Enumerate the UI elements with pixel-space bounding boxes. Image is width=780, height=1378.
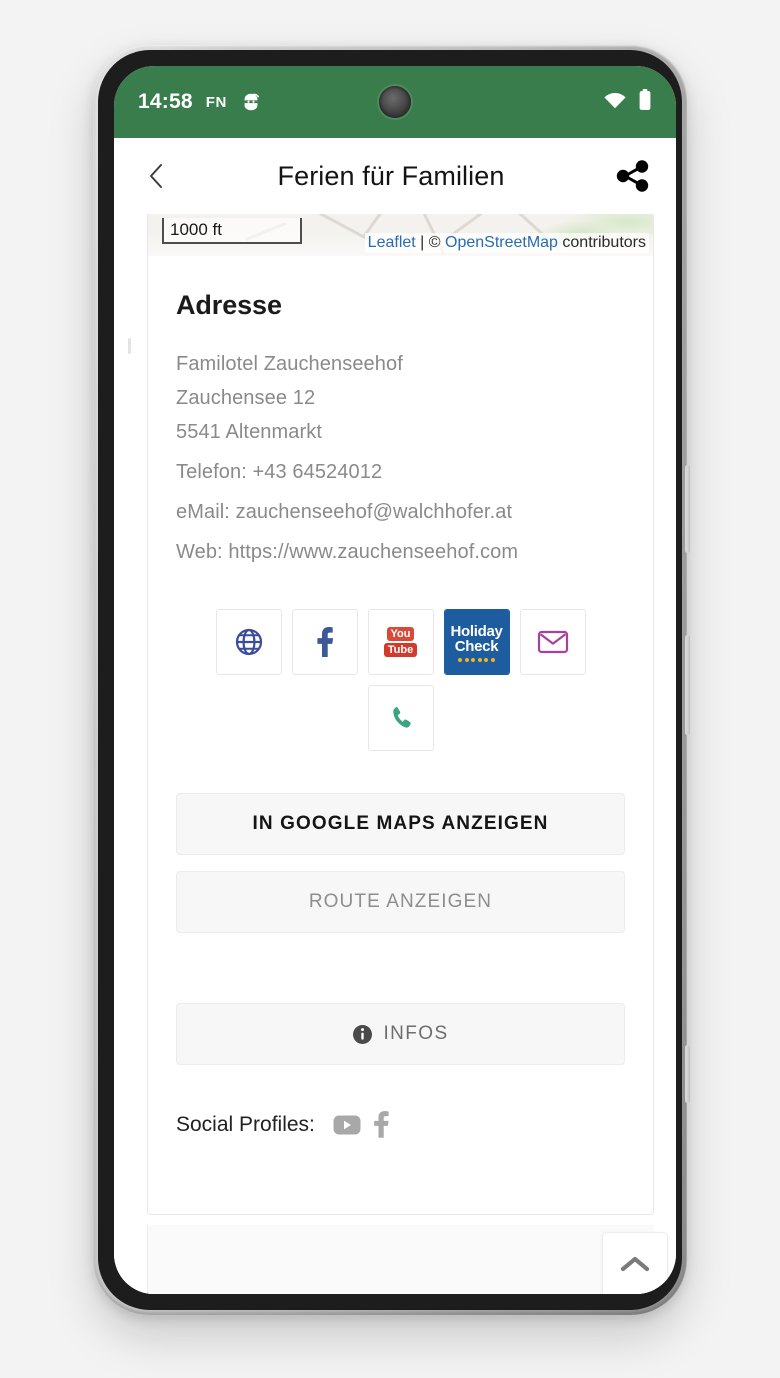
battery-icon <box>638 88 652 116</box>
phone-icon-button[interactable] <box>367 685 434 751</box>
youtube-icon: You Tube <box>383 626 418 658</box>
social-profiles-icons <box>333 1111 390 1138</box>
address-line-city: 5541 Altenmarkt <box>176 421 323 443</box>
google-maps-button-label: IN GOOGLE MAPS ANZEIGEN <box>252 813 549 834</box>
infos-button-label: INFOS <box>383 1023 449 1044</box>
share-button[interactable] <box>614 157 652 195</box>
openstreetmap-link[interactable]: OpenStreetMap <box>445 234 558 251</box>
page-title: Ferien für Familien <box>277 160 505 191</box>
facebook-icon <box>316 627 333 657</box>
chevron-left-icon <box>150 164 162 188</box>
phone-icon <box>392 707 411 728</box>
detail-card: 1000 ft Leaflet | © OpenStreetMap contri… <box>147 214 654 1215</box>
volume-down-button[interactable] <box>685 635 690 735</box>
map-attribution: Leaflet | © OpenStreetMap contributors <box>364 233 649 253</box>
youtube-icon <box>333 1115 361 1134</box>
address-web: Web: https://www.zauchenseehof.com <box>176 541 519 563</box>
route-button[interactable]: ROUTE ANZEIGEN <box>176 871 625 933</box>
carrier-label: FN <box>205 93 227 111</box>
youtube-profile-icon[interactable] <box>333 1115 361 1135</box>
youtube-logo-bottom: Tube <box>383 643 418 658</box>
facebook-icon <box>374 1111 389 1138</box>
infos-button[interactable]: INFOS <box>176 1003 625 1065</box>
status-bar: 14:58 FN <box>114 66 676 138</box>
website-icon-button[interactable] <box>215 609 282 675</box>
info-circle-icon <box>353 1024 373 1044</box>
address-heading: Adresse <box>176 290 282 320</box>
contact-icon-grid: You Tube Holiday Check <box>176 609 625 751</box>
globe-icon <box>235 628 262 656</box>
address-line-street: Zauchensee 12 <box>176 387 316 409</box>
route-button-label: ROUTE ANZEIGEN <box>308 891 493 912</box>
attribution-separator: | © <box>415 234 445 251</box>
envelope-icon <box>537 630 568 654</box>
volume-up-button[interactable] <box>685 465 690 553</box>
holidaycheck-line2: Check <box>454 638 499 655</box>
app-notification-icon <box>240 91 262 113</box>
facebook-profile-icon[interactable] <box>373 1111 390 1138</box>
address-phone: Telefon: +43 64524012 <box>176 461 383 483</box>
phone-device-frame: 14:58 FN Ferien für Familien 1000 ft Lea… <box>93 45 690 1315</box>
address-section: Adresse Familotel Zauchenseehof Zauchens… <box>148 290 653 1192</box>
holidaycheck-logo: Holiday Check <box>444 610 509 674</box>
email-icon-button[interactable] <box>519 609 586 675</box>
webview-content[interactable]: 1000 ft Leaflet | © OpenStreetMap contri… <box>114 214 676 1294</box>
leaflet-link[interactable]: Leaflet <box>368 234 416 251</box>
phone-screen: 14:58 FN Ferien für Familien 1000 ft Lea… <box>114 66 676 1294</box>
attribution-suffix: contributors <box>557 234 646 251</box>
map-preview[interactable]: 1000 ft Leaflet | © OpenStreetMap contri… <box>148 214 653 256</box>
google-maps-button[interactable]: IN GOOGLE MAPS ANZEIGEN <box>176 793 625 855</box>
power-button[interactable] <box>685 1045 690 1103</box>
social-profiles-row: Social Profiles: <box>176 1111 625 1192</box>
phone-bezel: 14:58 FN Ferien für Familien 1000 ft Lea… <box>98 50 682 1310</box>
page-footer-strip <box>147 1225 654 1294</box>
wifi-icon <box>603 91 627 114</box>
holidaycheck-line1: Holiday <box>450 622 503 640</box>
app-toolbar: Ferien für Familien <box>114 138 676 214</box>
youtube-logo-top: You <box>386 626 415 641</box>
social-profiles-label: Social Profiles: <box>176 1112 315 1136</box>
map-scale-label: 1000 ft <box>170 220 222 239</box>
facebook-icon-button[interactable] <box>291 609 358 675</box>
page-scroll-indicator[interactable] <box>128 338 131 354</box>
front-camera-punch-hole <box>379 86 411 118</box>
card-bottom-spacer <box>148 1192 653 1214</box>
status-clock: 14:58 <box>138 90 193 113</box>
chevron-up-icon <box>620 1256 650 1272</box>
scroll-to-top-button[interactable] <box>602 1232 668 1294</box>
youtube-icon-button[interactable]: You Tube <box>367 609 434 675</box>
holidaycheck-rating-dots <box>458 658 495 663</box>
address-lines: Familotel Zauchenseehof Zauchensee 12 55… <box>176 347 625 569</box>
address-email: eMail: zauchenseehof@walchhofer.at <box>176 501 513 523</box>
address-line-name: Familotel Zauchenseehof <box>176 353 403 375</box>
holidaycheck-icon-button[interactable]: Holiday Check <box>443 609 510 675</box>
screenshot-root: 14:58 FN Ferien für Familien 1000 ft Lea… <box>0 0 780 1378</box>
status-bar-left: 14:58 FN <box>138 90 262 114</box>
status-bar-right <box>603 88 652 116</box>
share-icon <box>616 160 649 192</box>
